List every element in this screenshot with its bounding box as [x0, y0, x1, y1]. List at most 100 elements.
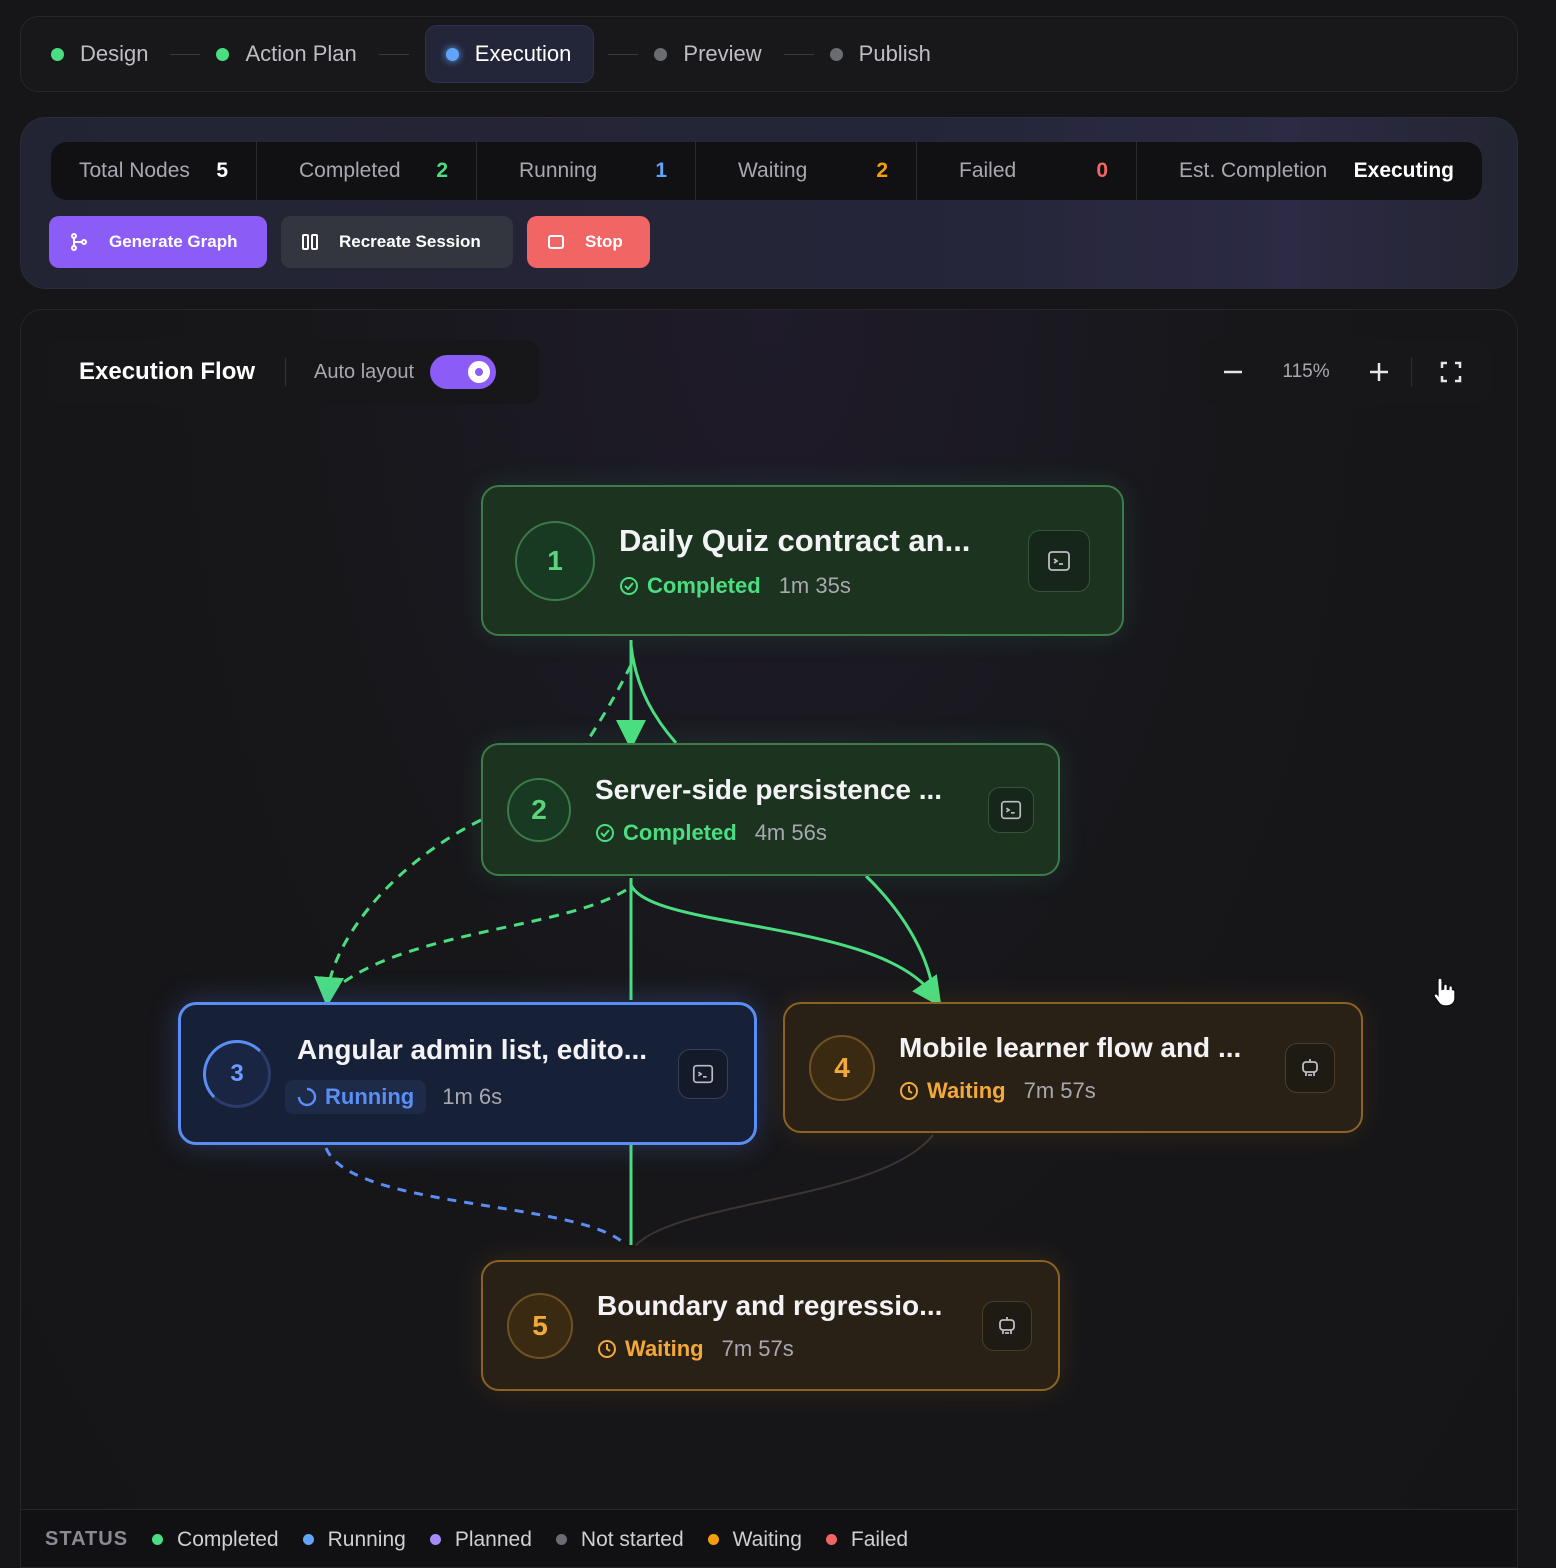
check-circle-icon: [620, 576, 638, 595]
execution-flow-canvas[interactable]: Execution Flow Auto layout 115% 1 Daily …: [20, 309, 1518, 1568]
node-number: 1: [515, 520, 595, 601]
stat-waiting: Waiting 2: [696, 142, 917, 200]
legend-title: STATUS: [45, 1528, 129, 1550]
step-connector: [608, 53, 639, 55]
generate-graph-button[interactable]: Generate Graph: [49, 216, 267, 268]
button-label: Stop: [585, 232, 623, 251]
clock-icon: [900, 1081, 918, 1100]
terminal-icon: [692, 1064, 714, 1083]
legend-item: Planned: [429, 1527, 532, 1552]
stat-est-completion: Est. Completion Executing: [1137, 142, 1482, 200]
hand-cursor-icon: [1433, 977, 1456, 1007]
node-status: Running: [325, 1083, 415, 1109]
robot-icon: [1302, 1058, 1318, 1076]
node-title: Angular admin list, edito...: [297, 1033, 648, 1065]
columns-icon: [302, 234, 318, 250]
stat-value: 0: [1096, 159, 1108, 182]
legend-dot: [707, 1534, 719, 1545]
stat-label: Failed: [959, 159, 1017, 182]
stop-icon: [548, 235, 564, 249]
terminal-icon: [1000, 800, 1022, 819]
stat-value: 5: [216, 159, 228, 182]
step-execution[interactable]: Execution: [424, 25, 595, 83]
agent-button[interactable]: [1285, 1042, 1335, 1093]
node-title: Boundary and regressio...: [597, 1289, 943, 1321]
node-duration: 4m 56s: [754, 819, 827, 845]
flow-node-3[interactable]: 3 Angular admin list, edito... Running 1…: [178, 1002, 757, 1145]
stat-value: 2: [876, 159, 888, 182]
node-number: 5: [507, 1292, 573, 1359]
step-publish[interactable]: Publish: [829, 25, 953, 83]
node-title: Daily Quiz contract an...: [619, 522, 971, 558]
step-label: Publish: [858, 41, 931, 66]
step-action-plan[interactable]: Action Plan: [216, 25, 378, 83]
step-label: Action Plan: [245, 41, 357, 66]
step-preview[interactable]: Preview: [654, 25, 783, 83]
graph-icon: [71, 233, 87, 251]
legend-item: Not started: [555, 1527, 684, 1552]
legend-label: Waiting: [732, 1527, 802, 1551]
spinner-icon: [297, 1087, 317, 1106]
status-legend: STATUS Completed Running Planned Not sta…: [21, 1509, 1517, 1567]
node-duration: 1m 35s: [778, 572, 851, 598]
step-connector: [783, 53, 814, 55]
stat-total-nodes: Total Nodes 5: [51, 142, 257, 200]
button-label: Recreate Session: [339, 232, 481, 251]
legend-item: Failed: [825, 1527, 909, 1552]
status-dot: [829, 47, 843, 61]
legend-label: Running: [327, 1527, 406, 1551]
clock-icon: [598, 1339, 616, 1358]
recreate-session-button[interactable]: Recreate Session: [281, 216, 513, 268]
stat-completed: Completed 2: [257, 142, 477, 200]
node-title: Server-side persistence ...: [595, 773, 943, 805]
button-label: Generate Graph: [109, 232, 238, 251]
execution-summary-panel: Total Nodes 5 Completed 2 Running 1 Wait…: [20, 117, 1518, 289]
running-status-pill: Running: [285, 1079, 427, 1114]
step-design[interactable]: Design: [51, 25, 170, 83]
stat-value: 2: [436, 159, 448, 182]
flow-node-1[interactable]: 1 Daily Quiz contract an... Completed 1m…: [481, 485, 1124, 636]
legend-dot: [825, 1534, 837, 1545]
node-status: Waiting: [625, 1335, 704, 1361]
node-status: Waiting: [927, 1077, 1006, 1103]
legend-label: Planned: [454, 1527, 532, 1551]
stat-failed: Failed 0: [917, 142, 1137, 200]
flow-node-5[interactable]: 5 Boundary and regressio... Waiting 7m 5…: [481, 1260, 1060, 1391]
agent-button[interactable]: [982, 1300, 1032, 1351]
stat-value: 1: [655, 159, 667, 182]
stat-running: Running 1: [477, 142, 696, 200]
flow-node-2[interactable]: 2 Server-side persistence ... Completed …: [481, 743, 1060, 876]
stop-button[interactable]: Stop: [527, 216, 650, 268]
stat-label: Running: [519, 159, 598, 182]
stat-label: Total Nodes: [79, 159, 190, 182]
step-connector: [170, 53, 201, 55]
step-label: Preview: [683, 41, 762, 66]
node-number: 2: [507, 777, 571, 842]
step-label: Execution: [474, 41, 572, 66]
status-dot: [445, 47, 459, 61]
step-label: Design: [80, 41, 149, 66]
legend-label: Not started: [580, 1527, 684, 1551]
status-dot: [216, 47, 230, 61]
legend-item: Completed: [152, 1528, 279, 1552]
node-duration: 1m 6s: [442, 1083, 503, 1109]
stat-label: Waiting: [738, 159, 808, 182]
legend-dot: [429, 1534, 441, 1545]
stat-label: Est. Completion: [1179, 159, 1328, 182]
terminal-button[interactable]: [1028, 529, 1090, 592]
workflow-stepper: Design Action Plan Execution Preview Pub…: [20, 16, 1518, 92]
terminal-button[interactable]: [678, 1048, 728, 1099]
flow-node-4[interactable]: 4 Mobile learner flow and ... Waiting 7m…: [783, 1002, 1363, 1133]
status-dot: [51, 47, 64, 61]
legend-dot: [302, 1534, 314, 1545]
legend-item: Running: [302, 1527, 406, 1552]
legend-label: Failed: [850, 1527, 909, 1551]
node-status: Completed: [647, 572, 761, 598]
node-number: 3: [203, 1039, 271, 1108]
node-status: Completed: [623, 819, 737, 845]
terminal-button[interactable]: [988, 786, 1034, 833]
robot-icon: [999, 1316, 1015, 1334]
step-connector: [378, 53, 409, 55]
legend-dot: [555, 1534, 567, 1545]
stat-value: Executing: [1353, 159, 1454, 182]
